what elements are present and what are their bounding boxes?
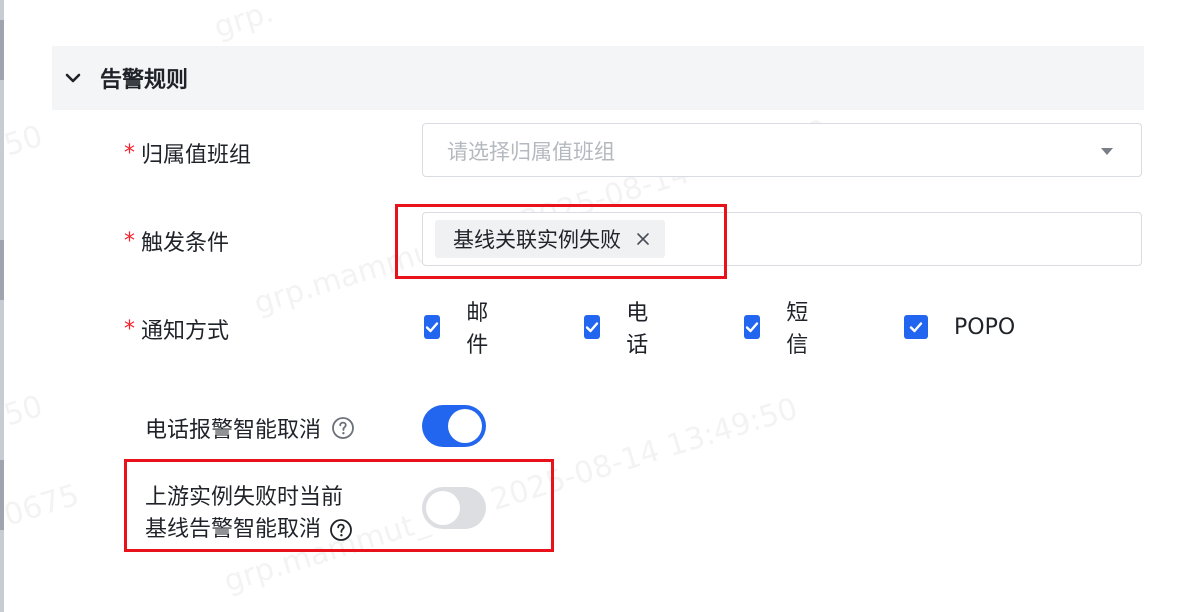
checkbox-checked-icon[interactable] [904,315,928,339]
section-header-alert-rules[interactable]: 告警规则 [52,46,1144,110]
notify-option-label: POPO [954,314,1016,340]
notify-option-popo[interactable]: POPO [904,313,1015,341]
notify-option-label: 短信 [786,301,809,358]
watermark: 0675 [0,477,84,534]
checkbox-checked-icon[interactable] [744,315,761,339]
required-asterisk: * [124,228,135,254]
oncall-group-placeholder: 请选择归属值班组 [447,140,615,164]
phone-smart-cancel-switch[interactable] [422,405,486,447]
highlight-box [395,204,727,279]
phone-smart-cancel-label-text: 电话报警智能取消 [145,418,322,443]
section-title: 告警规则 [100,68,189,93]
trigger-condition-label: * 触发条件 [124,225,229,257]
chevron-down-icon[interactable] [64,69,82,87]
oncall-group-label-text: 归属值班组 [141,143,252,168]
notify-method-label-text: 通知方式 [141,319,230,344]
watermark: grp. [210,0,278,46]
required-asterisk: * [124,316,135,342]
caret-down-icon[interactable] [1101,148,1113,155]
question-circle-icon[interactable] [331,416,355,440]
notify-option-phone[interactable]: 电话 [584,301,656,358]
phone-smart-cancel-label: 电话报警智能取消 [145,412,355,444]
notify-option-label: 邮件 [466,301,489,358]
left-window-edge [0,0,4,612]
switch-knob [448,409,482,443]
notify-method-label: * 通知方式 [124,313,229,345]
oncall-group-select[interactable]: 请选择归属值班组 [422,123,1142,177]
trigger-condition-label-text: 触发条件 [141,231,230,256]
highlight-box [124,459,554,552]
notify-option-sms[interactable]: 短信 [744,301,816,358]
checkbox-checked-icon[interactable] [584,315,601,339]
notify-option-label: 电话 [626,301,649,358]
watermark: 50 [0,388,47,434]
oncall-group-label: * 归属值班组 [124,137,251,169]
required-asterisk: * [124,140,135,166]
notify-option-email[interactable]: 邮件 [424,301,496,358]
watermark: 50 [0,118,47,164]
checkbox-checked-icon[interactable] [424,315,441,339]
